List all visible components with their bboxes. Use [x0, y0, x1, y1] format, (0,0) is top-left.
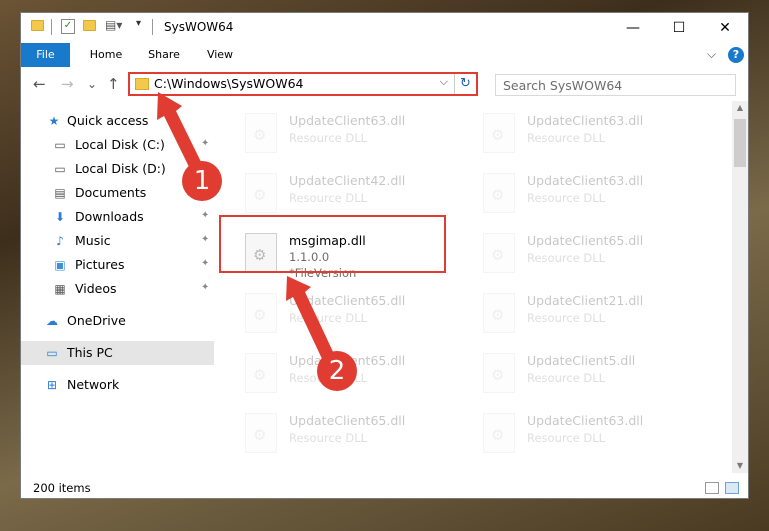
arrow-2 — [286, 276, 335, 361]
annotation-arrows — [157, 92, 335, 361]
callout-1: 1 — [182, 161, 222, 201]
callout-2: 2 — [317, 351, 357, 391]
